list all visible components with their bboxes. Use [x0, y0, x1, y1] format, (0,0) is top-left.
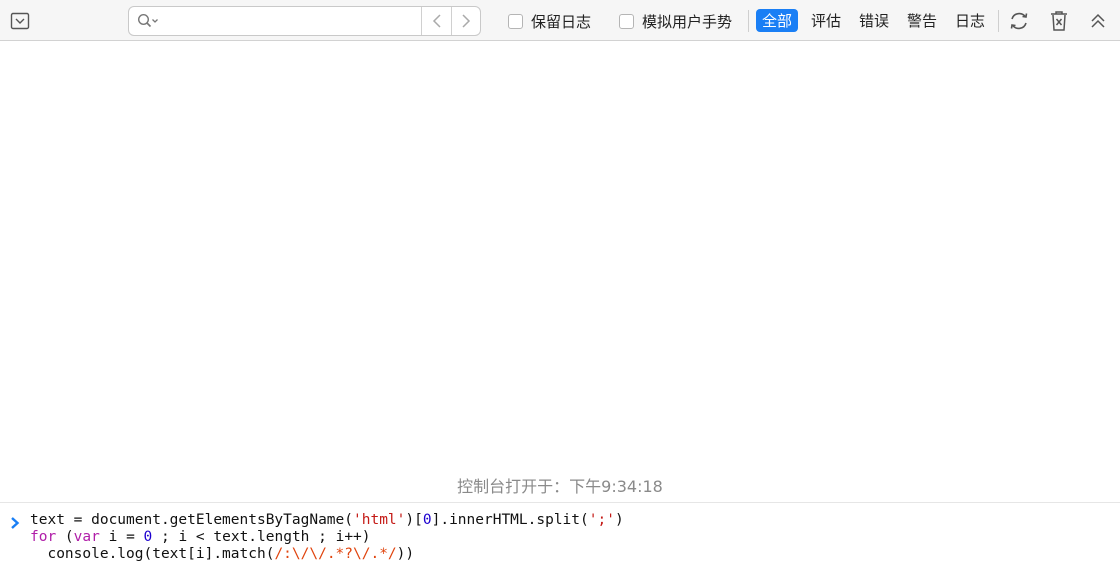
preserve-log-option[interactable]: 保留日志 [508, 10, 591, 32]
console-menu-button[interactable] [10, 11, 30, 31]
code-line: text = document.getElementsByTagName('ht… [30, 512, 624, 528]
trash-icon [1051, 11, 1067, 31]
simulate-user-gesture-checkbox[interactable] [619, 13, 634, 29]
code-line: for (var i = 0 ; i < text.length ; i++) [30, 529, 371, 545]
double-chevron-up-icon [1091, 13, 1105, 28]
prompt-marker [9, 515, 21, 529]
console-opened-message: 控制台打开于：下午9:34:18 [457, 477, 663, 496]
magnifier-icon [137, 13, 158, 28]
preserve-log-checkbox[interactable] [508, 13, 523, 29]
code-line: console.log(text[i].match(/:\/\/.*?\/.*/… [30, 546, 415, 562]
simulate-user-gesture-label: 模拟用户手势 [642, 12, 733, 31]
chevron-right-icon [11, 517, 20, 529]
filter-errors[interactable]: 错误 [853, 9, 895, 32]
filter-evaluations[interactable]: 评估 [805, 9, 847, 32]
dropdown-square-icon [10, 12, 30, 30]
toolbar-separator [998, 10, 999, 32]
collapse-console-button[interactable] [1086, 9, 1110, 33]
filter-warnings[interactable]: 警告 [901, 9, 943, 32]
console-input-code[interactable]: text = document.getElementsByTagName('ht… [30, 512, 624, 563]
reload-icon [1010, 12, 1028, 30]
search-box [128, 6, 481, 36]
clear-console-button[interactable] [1047, 9, 1071, 33]
console-toolbar: 保留日志 模拟用户手势 全部 评估 错误 警告 日志 [0, 0, 1120, 41]
previous-match-button[interactable] [422, 7, 452, 35]
simulate-user-gesture-option[interactable]: 模拟用户手势 [619, 10, 732, 32]
filter-logs[interactable]: 日志 [949, 9, 991, 32]
filter-all[interactable]: 全部 [756, 9, 798, 32]
search-input[interactable] [163, 11, 417, 33]
search-options-button[interactable] [137, 13, 159, 29]
preserve-log-label: 保留日志 [531, 12, 592, 31]
chevron-left-icon [432, 14, 441, 28]
reload-button[interactable] [1007, 9, 1031, 33]
toolbar-separator [748, 10, 749, 32]
chevron-right-icon [462, 14, 471, 28]
console-prompt-area[interactable]: text = document.getElementsByTagName('ht… [0, 502, 1120, 575]
next-match-button[interactable] [451, 7, 481, 35]
